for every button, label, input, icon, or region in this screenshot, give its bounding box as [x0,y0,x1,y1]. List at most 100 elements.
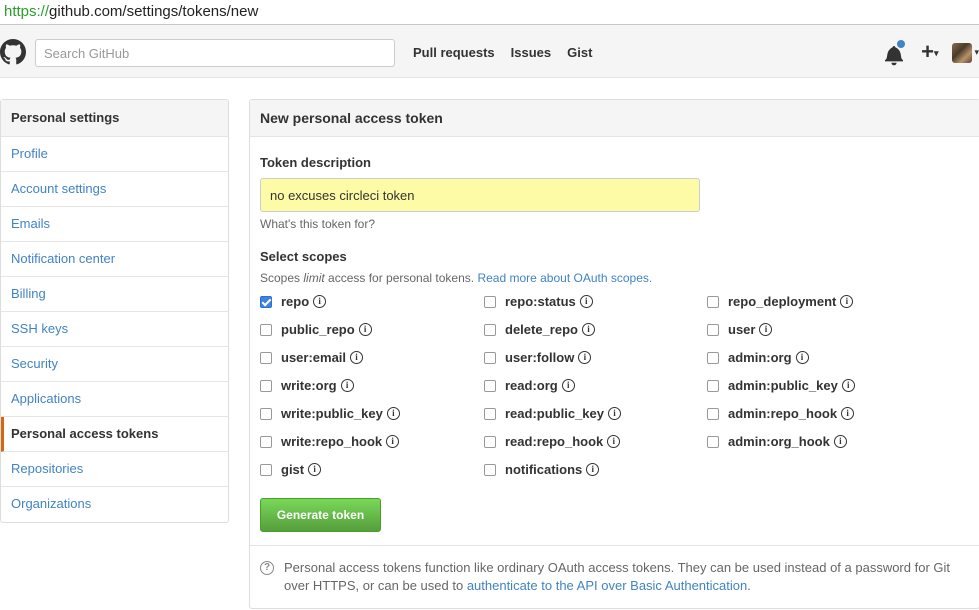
sidebar-item-organizations[interactable]: Organizations [1,487,228,522]
info-icon[interactable]: i [561,379,575,392]
header-nav: Pull requests Issues Gist [413,45,592,60]
info-icon[interactable]: i [579,295,593,308]
sidebar-heading: Personal settings [1,100,228,137]
oauth-scopes-link[interactable]: Read more about OAuth scopes. [477,271,652,285]
scope-admin-repo-hook: admin:repo_hook i [707,406,855,421]
question-icon: ? [260,561,274,575]
sidebar-item-ssh-keys[interactable]: SSH keys [1,312,228,347]
scope-label-read-repo-hook[interactable]: read:repo_hook [505,434,603,449]
scope-label-read-org[interactable]: read:org [505,378,558,393]
sidebar-item-account-settings[interactable]: Account settings [1,172,228,207]
scope-checkbox-repo-deployment[interactable] [707,295,719,308]
scope-label-write-org[interactable]: write:org [281,378,337,393]
scope-checkbox-public-repo[interactable] [260,323,272,336]
scope-checkbox-delete-repo[interactable] [484,323,496,336]
scope-label-delete-repo[interactable]: delete_repo [505,322,578,337]
info-icon[interactable]: i [386,407,400,420]
scope-write-repo-hook: write:repo_hook i [260,434,400,449]
info-icon[interactable]: i [759,323,773,336]
help-text-end: . [747,578,751,593]
scope-repo-status: repo:status i [484,294,593,309]
scope-checkbox-repo[interactable] [260,295,272,308]
scope-label-read-public-key[interactable]: read:public_key [505,406,604,421]
scope-label-public-repo[interactable]: public_repo [281,322,355,337]
info-icon[interactable]: i [586,463,600,476]
scope-label-user-email[interactable]: user:email [281,350,346,365]
sidebar-item-security[interactable]: Security [1,347,228,382]
scope-checkbox-read-public-key[interactable] [484,407,496,420]
nav-gist[interactable]: Gist [567,45,592,60]
info-icon[interactable]: i [350,351,364,364]
sidebar-item-profile[interactable]: Profile [1,137,228,172]
search-input[interactable] [35,39,395,67]
info-icon[interactable]: i [313,295,327,308]
info-icon[interactable]: i [386,435,400,448]
sidebar-item-notification-center[interactable]: Notification center [1,242,228,277]
scope-checkbox-write-org[interactable] [260,379,272,392]
scope-label-write-repo-hook[interactable]: write:repo_hook [281,434,382,449]
scope-notifications: notifications i [484,462,600,477]
sidebar-item-repositories[interactable]: Repositories [1,452,228,487]
info-icon[interactable]: i [340,379,354,392]
info-icon[interactable]: i [841,407,855,420]
scope-checkbox-write-public-key[interactable] [260,407,272,420]
info-icon[interactable]: i [308,463,322,476]
info-icon[interactable]: i [578,351,592,364]
scope-gist: gist i [260,462,322,477]
scope-label-admin-public-key[interactable]: admin:public_key [728,378,838,393]
notifications-bell-icon[interactable] [885,39,906,66]
user-menu-dropdown[interactable]: ▾ [952,42,979,63]
scope-label-user[interactable]: user [728,322,755,337]
scope-label-repo-deployment[interactable]: repo_deployment [728,294,836,309]
info-icon[interactable]: i [608,407,621,420]
scopes-note-emphasis: limit [303,271,325,285]
scope-label-gist[interactable]: gist [281,462,304,477]
scope-checkbox-notifications[interactable] [484,463,496,476]
scope-label-admin-repo-hook[interactable]: admin:repo_hook [728,406,837,421]
info-icon[interactable]: i [581,323,595,336]
scope-repo-deployment: repo_deployment i [707,294,854,309]
scope-checkbox-admin-org[interactable] [707,351,719,364]
nav-pull-requests[interactable]: Pull requests [413,45,495,60]
info-icon[interactable]: i [358,323,372,336]
create-new-dropdown[interactable]: +▾ [921,39,938,66]
scope-label-user-follow[interactable]: user:follow [505,350,574,365]
info-icon[interactable]: i [841,379,855,392]
generate-token-button[interactable]: Generate token [260,498,381,532]
scope-checkbox-admin-org-hook[interactable] [707,435,719,448]
scope-checkbox-gist[interactable] [260,463,272,476]
info-icon[interactable]: i [607,435,621,448]
sidebar-item-billing[interactable]: Billing [1,277,228,312]
scope-label-admin-org[interactable]: admin:org [728,350,792,365]
scope-checkbox-user-follow[interactable] [484,351,496,364]
notification-dot-icon [897,39,906,48]
scope-checkbox-user-email[interactable] [260,351,272,364]
scope-label-repo-status[interactable]: repo:status [505,294,576,309]
scope-checkbox-admin-repo-hook[interactable] [707,407,719,420]
scope-checkbox-repo-status[interactable] [484,295,496,308]
info-icon[interactable]: i [795,351,809,364]
scope-read-public-key: read:public_key i [484,406,621,421]
info-icon[interactable]: i [840,295,854,308]
scope-checkbox-admin-public-key[interactable] [707,379,719,392]
nav-issues[interactable]: Issues [511,45,551,60]
sidebar-item-applications[interactable]: Applications [1,382,228,417]
avatar [952,42,973,63]
basic-auth-link[interactable]: authenticate to the API over Basic Authe… [467,578,747,593]
scope-checkbox-read-org[interactable] [484,379,496,392]
scope-checkbox-write-repo-hook[interactable] [260,435,272,448]
github-logo-icon[interactable] [0,38,26,66]
address-bar[interactable]: https://github.com/settings/tokens/new [0,0,979,25]
new-token-panel: New personal access token Token descript… [249,99,979,609]
scope-label-notifications[interactable]: notifications [505,462,582,477]
scope-label-repo[interactable]: repo [281,294,309,309]
token-description-input[interactable] [260,178,700,212]
scope-label-write-public-key[interactable]: write:public_key [281,406,383,421]
scope-checkbox-user[interactable] [707,323,719,336]
scope-checkbox-read-repo-hook[interactable] [484,435,496,448]
sidebar-item-personal-access-tokens[interactable]: Personal access tokens [1,417,228,452]
scope-user-follow: user:follow i [484,350,592,365]
sidebar-item-emails[interactable]: Emails [1,207,228,242]
scope-label-admin-org-hook[interactable]: admin:org_hook [728,434,830,449]
info-icon[interactable]: i [833,435,847,448]
